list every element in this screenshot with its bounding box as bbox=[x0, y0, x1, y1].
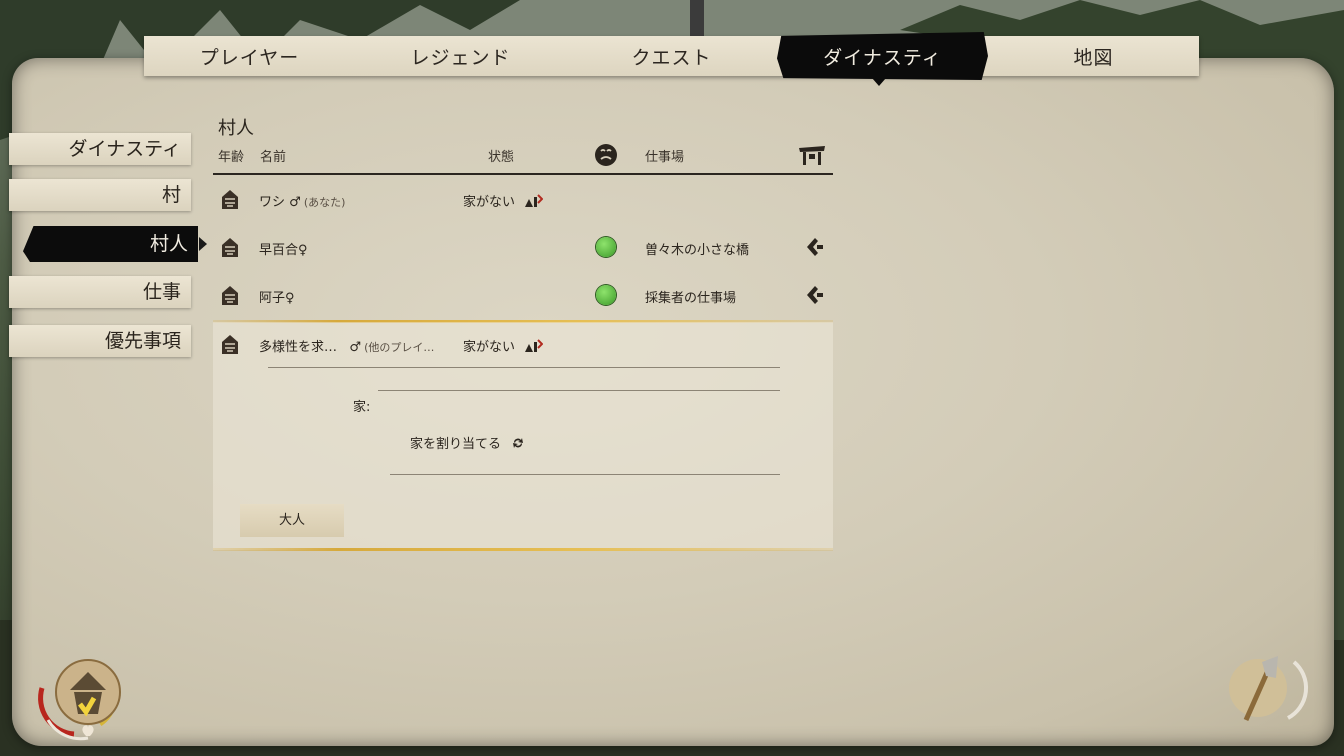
selection-bottom-border bbox=[213, 548, 833, 551]
villager-status: 家がない bbox=[463, 336, 544, 355]
happy-mood-icon bbox=[596, 237, 616, 257]
header-name: 名前 bbox=[260, 150, 287, 165]
header-divider bbox=[213, 173, 833, 175]
villager-workplace: 曽々木の小さな橋 bbox=[645, 243, 750, 258]
homeless-icon bbox=[525, 194, 544, 207]
table-row[interactable]: 阿子♀ 採集者の仕事場 bbox=[213, 272, 833, 318]
table-row[interactable]: 早百合♀ 曽々木の小さな橋 bbox=[213, 224, 833, 270]
villager-name-text: ワシ bbox=[259, 195, 286, 210]
detail-divider bbox=[268, 367, 780, 368]
tab-player-label: プレイヤー bbox=[199, 46, 300, 69]
table-row[interactable]: ワシ ♂ (あなた) 家がない bbox=[213, 176, 833, 222]
top-tab-bar: プレイヤー レジェンド クエスト ダイナスティ 地図 bbox=[144, 32, 1199, 80]
villager-name: ワシ ♂ (あなた) bbox=[259, 191, 345, 210]
adult-age-icon bbox=[222, 190, 238, 209]
villager-tag: (あなた) bbox=[303, 196, 346, 209]
status-text: 家がない bbox=[463, 195, 516, 210]
table-row-selected[interactable]: 多様性を求… ♂ (他のプレイ… 家がない bbox=[213, 321, 833, 367]
mood-header-icon bbox=[595, 144, 617, 166]
detail-divider bbox=[378, 390, 780, 391]
equipped-tool-hud bbox=[1229, 656, 1309, 722]
section-title: 村人 bbox=[218, 118, 254, 139]
gender-icon: ♂ bbox=[349, 340, 362, 355]
status-text: 家がない bbox=[463, 340, 516, 355]
adult-age-icon bbox=[222, 286, 238, 305]
adult-age-icon bbox=[222, 335, 238, 354]
happy-mood-icon bbox=[596, 285, 616, 305]
player-status-hud bbox=[38, 659, 121, 741]
tab-legend[interactable]: レジェンド bbox=[355, 36, 566, 76]
tab-legend-label: レジェンド bbox=[410, 46, 511, 69]
tab-dynasty-label: ダイナスティ bbox=[823, 46, 942, 69]
side-item-villagers[interactable]: 村人 bbox=[23, 226, 198, 262]
workplace-header-icon bbox=[799, 146, 825, 165]
villager-name: 阿子♀ bbox=[259, 287, 295, 306]
assign-home-label: 家を割り当てる bbox=[410, 437, 502, 452]
side-item-work[interactable]: 仕事 bbox=[9, 276, 191, 308]
workplace-type-icon[interactable] bbox=[803, 236, 825, 258]
gender-icon: ♀ bbox=[298, 243, 308, 258]
tab-quest[interactable]: クエスト bbox=[566, 36, 777, 76]
villager-tag: (他のプレイ… bbox=[364, 341, 435, 354]
adult-age-icon bbox=[222, 238, 238, 257]
villager-name-text: 阿子 bbox=[259, 291, 286, 306]
tab-map[interactable]: 地図 bbox=[988, 36, 1199, 76]
assign-home-button[interactable]: 家を割り当てる bbox=[410, 433, 525, 452]
selected-arrow-icon bbox=[199, 237, 207, 251]
side-item-priorities[interactable]: 優先事項 bbox=[9, 325, 191, 357]
side-item-village[interactable]: 村 bbox=[9, 179, 191, 211]
villager-workplace: 採集者の仕事場 bbox=[645, 291, 737, 306]
homeless-icon bbox=[525, 339, 544, 352]
workplace-type-icon[interactable] bbox=[803, 284, 825, 306]
villager-name: 早百合♀ bbox=[259, 239, 308, 258]
tab-quest-label: クエスト bbox=[631, 46, 712, 69]
detail-divider bbox=[390, 474, 780, 475]
age-group-badge: 大人 bbox=[240, 504, 344, 537]
villager-status: 家がない bbox=[463, 191, 544, 210]
gender-icon: ♀ bbox=[285, 291, 295, 306]
villager-name-text: 早百合 bbox=[259, 243, 299, 258]
header-status: 状態 bbox=[488, 150, 515, 165]
tab-map-label: 地図 bbox=[1073, 46, 1114, 69]
header-age: 年齢 bbox=[218, 150, 245, 165]
villager-name-text: 多様性を求… bbox=[259, 340, 338, 355]
active-tab-caret-icon bbox=[872, 78, 886, 86]
gender-icon: ♂ bbox=[289, 195, 301, 210]
home-label: 家: bbox=[353, 400, 371, 415]
tab-player[interactable]: プレイヤー bbox=[144, 36, 355, 76]
villager-name: 多様性を求… ♂ (他のプレイ… bbox=[259, 336, 434, 355]
header-workplace: 仕事場 bbox=[645, 150, 685, 165]
side-item-dynasty[interactable]: ダイナスティ bbox=[9, 133, 191, 165]
tab-dynasty[interactable]: ダイナスティ bbox=[777, 32, 988, 80]
cycle-icon bbox=[513, 438, 524, 448]
